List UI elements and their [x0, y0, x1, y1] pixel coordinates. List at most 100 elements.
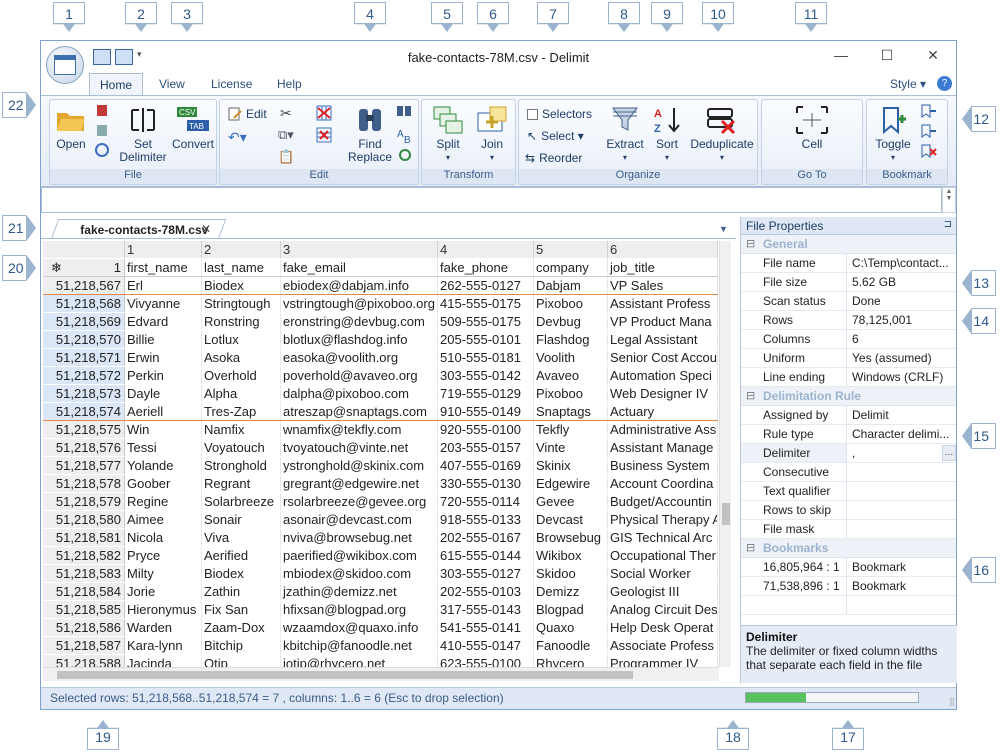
table-cell[interactable]: Pryce [125, 547, 202, 564]
table-cell[interactable]: 303-555-0127 [438, 565, 534, 582]
table-cell[interactable]: kbitchip@fanoodle.net [281, 637, 438, 654]
table-cell[interactable]: Tres-Zap [202, 403, 281, 420]
table-cell[interactable]: Aeriell [125, 403, 202, 420]
bookmark-nav-icon[interactable] [917, 103, 939, 166]
table-cell[interactable]: Vinte [534, 439, 608, 456]
table-cell[interactable]: Devbug [534, 313, 608, 330]
table-cell[interactable]: Jacinda [125, 655, 202, 667]
row-number[interactable]: 51,218,576 [43, 439, 125, 456]
help-icon[interactable]: ? [937, 76, 952, 91]
row-number[interactable]: 51,218,569 [43, 313, 125, 330]
table-row[interactable]: 51,218,571 Erwin Asoka easoka@voolith.org 51… [43, 349, 718, 367]
row-number[interactable]: 51,218,586 [43, 619, 125, 636]
table-row[interactable]: 51,218,581 Nicola Viva nviva@browsebug.net 2… [43, 529, 718, 547]
row-number[interactable]: 51,218,572 [43, 367, 125, 384]
table-cell[interactable]: Billie [125, 331, 202, 348]
table-cell[interactable]: eronstring@devbug.com [281, 313, 438, 330]
table-cell[interactable]: dalpha@pixoboo.com [281, 385, 438, 402]
find-replace-button[interactable]: Find Replace [348, 105, 392, 164]
property-category[interactable]: Bookmarks [741, 539, 956, 558]
scroll-thumb[interactable] [57, 671, 633, 679]
table-cell[interactable]: ystronghold@skinix.com [281, 457, 438, 474]
table-row[interactable]: 51,218,576 Tessi Voyatouch tvoyatouch@vinte… [43, 439, 718, 457]
header-cell[interactable]: fake_email [281, 259, 438, 276]
table-cell[interactable]: 910-555-0149 [438, 403, 534, 420]
table-cell[interactable]: Pixoboo [534, 385, 608, 402]
sort-button[interactable]: AZ Sort ▾ [649, 105, 685, 164]
table-cell[interactable]: Namfix [202, 421, 281, 438]
property-row[interactable]: File mask [741, 520, 956, 539]
row-number[interactable]: 51,218,588 [43, 655, 125, 667]
property-row[interactable]: Assigned by Delimit [741, 406, 956, 425]
table-cell[interactable]: 205-555-0101 [438, 331, 534, 348]
table-cell[interactable]: Erwin [125, 349, 202, 366]
table-cell[interactable]: Goober [125, 475, 202, 492]
table-cell[interactable]: Associate Profess [608, 637, 718, 654]
property-value[interactable]: Delimit [847, 406, 956, 424]
table-cell[interactable]: Tekfly [534, 421, 608, 438]
document-tab[interactable]: fake-contacts-78M.csv [51, 219, 227, 239]
table-cell[interactable]: Lotlux [202, 331, 281, 348]
join-button[interactable]: Join ▾ [474, 105, 510, 164]
table-cell[interactable]: Skidoo [534, 565, 608, 582]
table-row[interactable]: 51,218,574 Aeriell Tres-Zap atreszap@snapta… [43, 403, 718, 421]
tab-license[interactable]: License [201, 73, 262, 95]
table-cell[interactable]: tvoyatouch@vinte.net [281, 439, 438, 456]
property-row[interactable]: 71,538,896 : 1 Bookmark [741, 577, 956, 596]
minimize-button[interactable]: — [818, 41, 864, 69]
table-row[interactable]: 51,218,579 Regine Solarbreeze rsolarbreeze@… [43, 493, 718, 511]
property-row[interactable]: 16,805,964 : 1 Bookmark [741, 558, 956, 577]
editor-scroll[interactable]: ▲ ▼ [942, 187, 956, 213]
table-row[interactable]: 51,218,583 Milty Biodex mbiodex@skidoo.com 3… [43, 565, 718, 583]
table-cell[interactable]: vstringtough@pixoboo.org [281, 295, 438, 312]
property-row[interactable]: Rows to skip [741, 501, 956, 520]
table-cell[interactable]: Web Designer IV [608, 385, 718, 402]
table-cell[interactable]: wnamfix@tekfly.com [281, 421, 438, 438]
resize-grip-icon[interactable]: ⣿ [949, 697, 955, 706]
table-cell[interactable]: Regine [125, 493, 202, 510]
close-tab-icon[interactable]: ✕ [201, 222, 211, 236]
table-cell[interactable]: Jorie [125, 583, 202, 600]
table-cell[interactable]: Asoka [202, 349, 281, 366]
property-value[interactable]: C:\Temp\contact... [847, 254, 956, 272]
table-cell[interactable]: Flashdog [534, 331, 608, 348]
table-cell[interactable]: Analog Circuit Des [608, 601, 718, 618]
header-cell[interactable]: fake_phone [438, 259, 534, 276]
table-cell[interactable]: Senior Cost Accou [608, 349, 718, 366]
header-row-number[interactable]: ❄ 1 [43, 259, 125, 276]
table-cell[interactable]: Sonair [202, 511, 281, 528]
table-cell[interactable]: paerified@wikibox.com [281, 547, 438, 564]
table-cell[interactable]: 918-555-0133 [438, 511, 534, 528]
table-cell[interactable]: Viva [202, 529, 281, 546]
table-cell[interactable]: Nicola [125, 529, 202, 546]
table-row[interactable]: 51,218,582 Pryce Aerified paerified@wikibox… [43, 547, 718, 565]
table-cell[interactable]: Rhycero [534, 655, 608, 667]
col-header-2[interactable]: 2 [202, 241, 281, 258]
row-number[interactable]: 51,218,574 [43, 403, 125, 420]
table-cell[interactable]: jzathin@demizz.net [281, 583, 438, 600]
property-row[interactable]: Consecutive [741, 463, 956, 482]
table-cell[interactable]: rsolarbreeze@gevee.org [281, 493, 438, 510]
tab-list-chevron-icon[interactable]: ▼ [719, 224, 728, 234]
table-row[interactable]: 51,218,584 Jorie Zathin jzathin@demizz.net 2… [43, 583, 718, 601]
row-number[interactable]: 51,218,577 [43, 457, 125, 474]
table-cell[interactable]: Social Worker [608, 565, 718, 582]
table-cell[interactable]: Aimee [125, 511, 202, 528]
header-cell[interactable]: last_name [202, 259, 281, 276]
property-category[interactable]: General [741, 235, 956, 254]
property-value[interactable]: Windows (CRLF) [847, 368, 956, 386]
table-cell[interactable]: Biodex [202, 277, 281, 294]
table-cell[interactable]: Occupational Ther [608, 547, 718, 564]
table-cell[interactable]: 623-555-0100 [438, 655, 534, 667]
property-value[interactable]: Bookmark [847, 577, 956, 595]
table-cell[interactable]: Geologist III [608, 583, 718, 600]
table-row[interactable]: 51,218,588 Jacinda Otip jotip@rhycero.net 62… [43, 655, 718, 667]
table-cell[interactable]: Physical Therapy A [608, 511, 718, 528]
table-cell[interactable]: 541-555-0141 [438, 619, 534, 636]
grid-horizontal-scrollbar[interactable] [43, 667, 719, 681]
table-cell[interactable]: Wikibox [534, 547, 608, 564]
col-header-6[interactable]: 6 [608, 241, 718, 258]
convert-button[interactable]: CSV TAB Convert [170, 105, 216, 151]
table-row[interactable]: 51,218,585 Hieronymus Fix San hfixsan@blogp… [43, 601, 718, 619]
tab-home[interactable]: Home [89, 73, 144, 95]
